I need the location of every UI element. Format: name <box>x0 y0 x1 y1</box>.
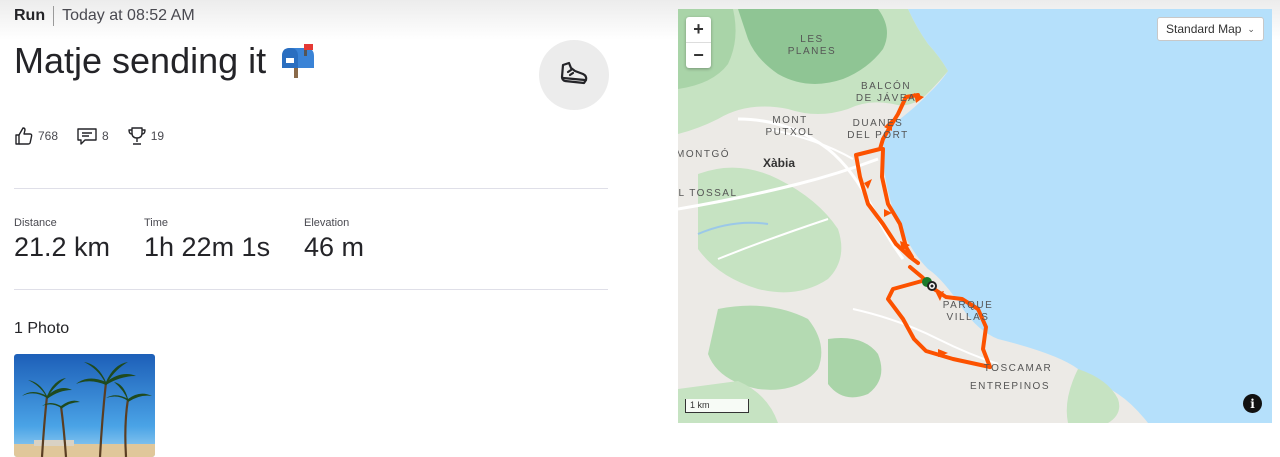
header-separator <box>53 6 55 26</box>
map-label-putxol: PUTXOL <box>765 127 814 138</box>
map-label-toscamar: TOSCAMAR <box>984 363 1053 374</box>
comments-count: 8 <box>102 129 109 143</box>
zoom-out-button[interactable]: − <box>686 43 711 68</box>
map-style-label: Standard Map <box>1166 22 1242 36</box>
map-label-villas: VILLAS <box>947 312 990 323</box>
activity-title-row: Matje sending it <box>14 40 316 82</box>
activity-type: Run <box>14 7 46 24</box>
stat-value: 21.2 km <box>14 232 111 262</box>
social-stats: 768 8 19 <box>14 126 182 146</box>
photos-count-label: 1 Photo <box>14 320 70 337</box>
zoom-controls: + − <box>686 17 711 68</box>
map-label-planes: PLANES <box>788 46 836 57</box>
comment-icon <box>77 128 97 145</box>
map-style-dropdown[interactable]: Standard Map ⌄ <box>1157 17 1264 41</box>
activity-header: Run Today at 08:52 AM <box>14 6 195 26</box>
stat-value: 1h 22m 1s <box>144 232 271 262</box>
stat-elevation: Elevation 46 m <box>304 217 434 263</box>
thumbs-up-icon <box>15 127 33 145</box>
map-scale: 1 km <box>685 399 749 413</box>
map-label-mont: MONT <box>772 115 807 126</box>
route-map[interactable]: LES PLANES BALCÓN DE JÁVEA MONT PUTXOL D… <box>678 9 1272 423</box>
stat-label: Time <box>144 217 169 229</box>
stat-value: 46 m <box>304 232 365 262</box>
activity-time: Today at 08:52 AM <box>62 7 195 24</box>
activity-stats: Distance 21.2 km Time 1h 22m 1s Elevatio… <box>14 217 434 263</box>
sport-type-badge <box>539 40 609 110</box>
info-icon[interactable]: i <box>1243 394 1262 413</box>
divider <box>14 289 608 290</box>
activity-title: Matje sending it <box>14 40 267 81</box>
kudos-button[interactable]: 768 <box>14 126 58 146</box>
kudos-count: 768 <box>38 129 59 143</box>
map-label-parque: PARQUE <box>943 300 994 311</box>
map-label-duanes: DUANES <box>853 118 904 129</box>
trophy-icon <box>128 127 146 145</box>
chevron-down-icon: ⌄ <box>1247 23 1255 34</box>
map-label-tossal: L TOSSAL <box>678 188 737 199</box>
mailbox-emoji-icon <box>280 44 316 78</box>
achievements-count: 19 <box>150 129 165 143</box>
map-label-de-javea: DE JÁVEA <box>856 91 916 104</box>
map-label-xabia: Xàbia <box>763 156 795 170</box>
map-label-entrepinos: ENTREPINOS <box>970 381 1050 392</box>
map-label-balcon: BALCÓN <box>861 79 911 92</box>
stat-time: Time 1h 22m 1s <box>144 217 304 263</box>
activity-photo[interactable] <box>14 354 155 457</box>
divider <box>14 188 608 189</box>
comments-button[interactable]: 8 <box>76 126 109 146</box>
zoom-in-button[interactable]: + <box>686 17 711 43</box>
stat-label: Distance <box>14 217 57 229</box>
stat-label: Elevation <box>304 217 350 229</box>
map-label-les: LES <box>800 34 823 45</box>
map-label-montgo: MONTGÓ <box>678 147 730 160</box>
stat-distance: Distance 21.2 km <box>14 217 144 263</box>
map-label-del-port: DEL PORT <box>847 130 908 141</box>
running-shoe-icon <box>557 56 591 95</box>
achievements-button[interactable]: 19 <box>127 126 164 146</box>
